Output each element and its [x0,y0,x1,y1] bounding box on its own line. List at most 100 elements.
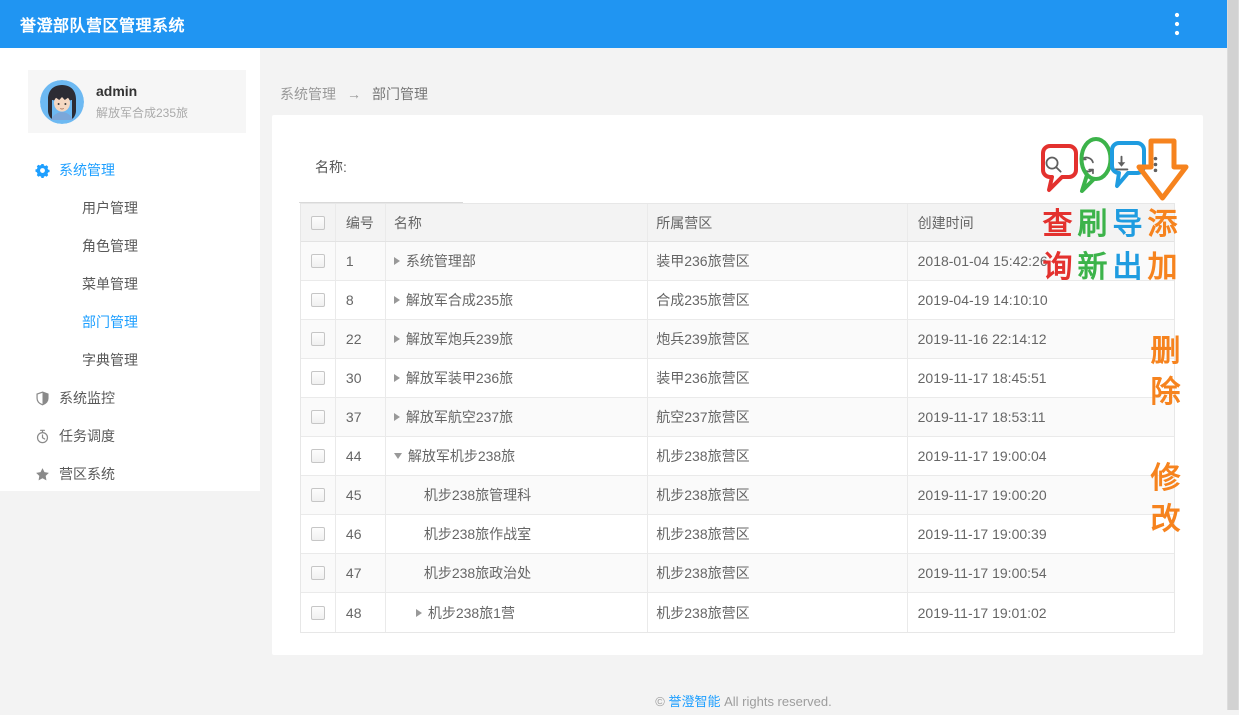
sidebar-item-dictionary-management[interactable]: 字典管理 [0,341,260,379]
user-card: admin 解放军合成235旅 [28,70,246,133]
clock-icon [35,429,50,444]
column-header-name: 名称 [386,204,648,241]
cell-camp: 装甲236旅营区 [648,359,907,397]
table-row: 22 解放军炮兵239旅 炮兵239旅营区2019-11-16 22:14:12 [301,320,1174,359]
name-input[interactable] [299,177,463,203]
tree-expand-icon[interactable] [416,609,422,617]
row-checkbox[interactable] [311,606,325,620]
cell-id: 44 [336,437,386,475]
tree-expand-icon[interactable] [394,296,400,304]
row-checkbox[interactable] [311,566,325,580]
table-row: 45机步238旅管理科机步238旅营区2019-11-17 19:00:20 [301,476,1174,515]
department-name: 机步238旅管理科 [424,485,531,505]
header-bar: 誉澄部队营区管理系统 [0,0,1227,48]
row-checkbox[interactable] [311,254,325,268]
row-checkbox[interactable] [311,371,325,385]
cell-camp: 机步238旅营区 [648,437,907,475]
sidebar-item-label: 任务调度 [59,426,115,446]
column-header-camp: 所属营区 [648,204,907,241]
breadcrumb: 系统管理 → 部门管理 [280,84,428,104]
cell-camp: 合成235旅营区 [648,281,907,319]
tree-expand-icon[interactable] [394,335,400,343]
cell-id: 45 [336,476,386,514]
user-unit: 解放军合成235旅 [96,104,188,121]
table-toolbar [1038,149,1174,179]
tree-collapse-icon[interactable] [394,453,402,459]
copyright-text: All rights reserved. [724,694,832,709]
table-row: 44解放军机步238旅机步238旅营区2019-11-17 19:00:04 [301,437,1174,476]
sidebar-item-user-management[interactable]: 用户管理 [0,189,260,227]
sidebar-item-label: 营区系统 [59,464,115,484]
table-row: 47机步238旅政治处机步238旅营区2019-11-17 19:00:54 [301,554,1174,593]
department-name: 解放军炮兵239旅 [406,329,513,349]
vertical-scrollbar[interactable] [1227,0,1239,710]
sidebar-item-system-monitor[interactable]: 系统监控 [0,379,260,417]
department-table: 编号 名称 所属营区 创建时间 1系统管理部装甲236旅营区2018-01-04… [300,203,1175,633]
cell-camp: 炮兵239旅营区 [648,320,907,358]
cell-created: 2019-11-17 19:00:39 [908,515,1174,553]
cell-id: 46 [336,515,386,553]
cell-camp: 机步238旅营区 [648,515,907,553]
sidebar-item-task-schedule[interactable]: 任务调度 [0,417,260,455]
sidebar-item-system-management[interactable]: 系统管理 [0,151,260,189]
tree-expand-icon[interactable] [394,257,400,265]
sidebar-item-department-management[interactable]: 部门管理 [0,303,260,341]
cell-name: 解放军炮兵239旅 [386,320,648,358]
select-all-checkbox[interactable] [311,216,325,230]
footer: © 誉澄智能 All rights reserved. [260,691,1227,710]
row-checkbox[interactable] [311,449,325,463]
cell-camp: 机步238旅营区 [648,554,907,592]
table-row: 48机步238旅1营机步238旅营区2019-11-17 19:01:02 [301,593,1174,632]
sidebar-item-label: 系统管理 [59,160,115,180]
table-row: 8解放军合成235旅合成235旅营区2019-04-19 14:10:10 [301,281,1174,320]
brand-link[interactable]: 誉澄智能 [668,694,720,709]
cell-name: 机步238旅作战室 [386,515,648,553]
department-name: 解放军航空237旅 [406,407,513,427]
export-button[interactable] [1106,149,1136,179]
refresh-button[interactable] [1072,149,1102,179]
table-row: 37解放军航空237旅航空237旅营区2019-11-17 18:53:11 [301,398,1174,437]
department-name: 解放军装甲236旅 [406,368,513,388]
row-checkbox[interactable] [311,293,325,307]
kebab-icon [1145,154,1166,175]
sidebar-item-camp-system[interactable]: 营区系统 [0,455,260,493]
table-header-row: 编号 名称 所属营区 创建时间 [301,204,1174,242]
search-button[interactable] [1038,149,1068,179]
table-body: 1系统管理部装甲236旅营区2018-01-04 15:42:268解放军合成2… [301,242,1174,632]
cell-camp: 航空237旅营区 [648,398,907,436]
cell-created: 2018-01-04 15:42:26 [908,242,1174,280]
row-checkbox[interactable] [311,488,325,502]
page: 誉澄部队营区管理系统 admin 解放军合成235旅 [0,0,1239,710]
cell-created: 2019-11-17 19:01:02 [908,593,1174,632]
table-row: 46 机步238旅作战室 机步238旅营区2019-11-17 19:00:39 [301,515,1174,554]
scrollbar-thumb[interactable] [1228,0,1238,710]
cell-created: 2019-11-16 22:14:12 [908,320,1174,358]
cell-id: 48 [336,593,386,632]
sidebar-item-menu-management[interactable]: 菜单管理 [0,265,260,303]
sidebar-item-role-management[interactable]: 角色管理 [0,227,260,265]
tree-expand-icon[interactable] [394,374,400,382]
row-checkbox[interactable] [311,332,325,346]
cell-id: 30 [336,359,386,397]
department-name: 解放军合成235旅 [406,290,513,310]
cell-id: 22 [336,320,386,358]
cell-name: 系统管理部 [386,242,648,280]
department-name: 机步238旅作战室 [424,524,531,544]
header-kebab-icon[interactable] [1165,12,1189,36]
refresh-icon [1077,154,1098,175]
name-filter-label: 名称: [315,157,463,177]
tree-expand-icon[interactable] [394,413,400,421]
cell-created: 2019-11-17 19:00:04 [908,437,1174,475]
cell-id: 37 [336,398,386,436]
breadcrumb-item[interactable]: 系统管理 [280,84,336,104]
cell-created: 2019-11-17 19:00:20 [908,476,1174,514]
row-checkbox[interactable] [311,527,325,541]
department-name: 机步238旅1营 [428,603,515,623]
cell-name: 解放军装甲236旅 [386,359,648,397]
cell-id: 47 [336,554,386,592]
avatar [40,80,84,124]
search-icon [1043,154,1064,175]
sidebar: admin 解放军合成235旅 系统管理用户管理角色管理菜单管理部门管理字典管理… [0,48,260,491]
row-checkbox[interactable] [311,410,325,424]
more-button[interactable] [1140,149,1170,179]
